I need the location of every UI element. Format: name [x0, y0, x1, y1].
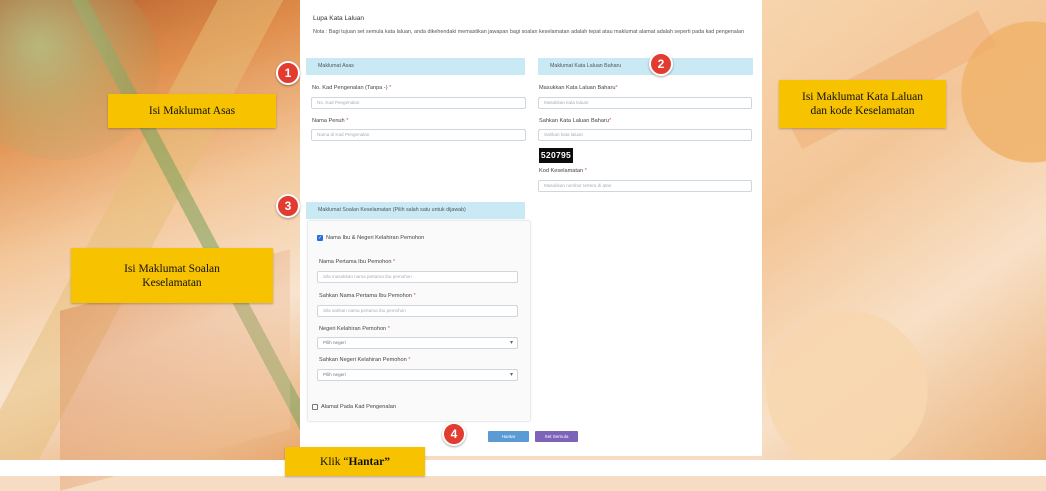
state-select[interactable]: Pilih negeri [317, 337, 518, 349]
name-label: Nama Penuh * [312, 118, 348, 124]
state-label-text: Negeri Kelahiran Pemohon [319, 326, 387, 332]
name-input[interactable]: Nama di Kad Pengenalan [311, 129, 526, 141]
mother-name-input[interactable]: Sila masukkan nama pertama Ibu pemohon [317, 271, 518, 283]
security-question-box [308, 221, 530, 421]
callout-kata-laluan-line1: Isi Maklumat Kata Laluan [801, 91, 924, 103]
confirm-password-input[interactable]: Sahkan kata laluan [538, 129, 752, 141]
confirm-state-label-text: Sahkan Negeri Kelahiran Pemohon [319, 357, 407, 363]
callout-hantar-prefix: Klik “ [320, 455, 349, 468]
confirm-mother-label-text: Sahkan Nama Pertama Ibu Pemohon [319, 293, 412, 299]
required-mark: * [413, 293, 416, 299]
required-mark: * [346, 118, 349, 124]
forgot-password-form: Lupa Kata Laluan Nota : Bagi tujuan set … [300, 0, 762, 456]
callout-soalan: Isi Maklumat Soalan Keselamatan [71, 248, 273, 303]
option-ibu-negeri[interactable]: ✓ Nama Ibu & Negeri Kelahiran Pemohon [317, 235, 424, 241]
confirm-state-select[interactable]: Pilih negeri [317, 369, 518, 381]
security-code-input[interactable]: Masukkan nombor tertera di atas [538, 180, 752, 192]
captcha-image: 520795 [539, 148, 573, 163]
required-mark: * [389, 85, 392, 91]
name-label-text: Nama Penuh [312, 118, 345, 124]
step-marker-2: 2 [649, 52, 673, 76]
required-mark: * [584, 168, 587, 174]
confirm-state-select-value: Pilih negeri [323, 372, 346, 377]
required-mark: * [608, 118, 612, 124]
new-password-label-text: Masukkan Kata Laluan Baharu [539, 85, 616, 91]
callout-asas-text: Isi Maklumat Asas [148, 105, 236, 117]
new-password-input[interactable]: Masukkan kata laluan [538, 97, 752, 109]
callout-kata-laluan-line2: dan kode Keselamatan [810, 105, 915, 117]
required-mark: * [387, 326, 390, 332]
callout-hantar-bold: Hantar” [348, 455, 390, 468]
callout-kata-laluan: Isi Maklumat Kata Laluan dan kode Kesela… [779, 80, 946, 128]
step-marker-4: 4 [442, 422, 466, 446]
section-header-soalan: Maklumat Soalan Keselamatan (Pilih salah… [306, 202, 525, 219]
page-note: Nota : Bagi tujuan set semula kata lalua… [313, 29, 744, 35]
checkbox-alamat[interactable] [312, 404, 318, 410]
ic-label-text: No. Kad Pengenalan (Tanpa -) [312, 85, 388, 91]
hantar-button[interactable]: Hantar [488, 431, 529, 442]
confirm-password-label: Sahkan Kata Laluan Baharu* [539, 118, 611, 124]
option-ibu-negeri-label: Nama Ibu & Negeri Kelahiran Pemohon [326, 235, 425, 241]
callout-hantar-text: Klik “Hantar” [320, 455, 390, 469]
option-alamat[interactable]: Alamat Pada Kad Pengenalan [312, 404, 396, 410]
confirm-state-label: Sahkan Negeri Kelahiran Pemohon * [319, 357, 410, 363]
confirm-password-label-text: Sahkan Kata Laluan Baharu [539, 118, 609, 124]
required-mark: * [408, 357, 411, 363]
security-code-label-text: Kod Keselamatan [539, 168, 584, 174]
state-label: Negeri Kelahiran Pemohon * [319, 326, 390, 332]
confirm-mother-input[interactable]: Sila sahkan nama pertama Ibu pemohon [317, 305, 518, 317]
step-marker-1: 1 [276, 61, 300, 85]
option-alamat-label: Alamat Pada Kad Pengenalan [321, 404, 396, 410]
step-marker-3: 3 [276, 194, 300, 218]
section-header-asas: Maklumat Asas [306, 58, 525, 75]
state-select-value: Pilih negeri [323, 340, 346, 345]
mother-name-label-text: Nama Pertama Ibu Pemohon [319, 259, 392, 265]
callout-hantar: Klik “Hantar” [285, 447, 425, 476]
set-semula-button[interactable]: Set Semula [535, 431, 578, 442]
callout-soalan-line1: Isi Maklumat Soalan [124, 262, 220, 275]
callout-soalan-line2: Keselamatan [142, 276, 202, 289]
callout-asas: Isi Maklumat Asas [108, 94, 276, 128]
page-title: Lupa Kata Laluan [313, 15, 364, 22]
required-mark: * [393, 259, 396, 265]
mother-name-label: Nama Pertama Ibu Pemohon * [319, 259, 395, 265]
required-mark: * [615, 85, 618, 91]
confirm-mother-label: Sahkan Nama Pertama Ibu Pemohon * [319, 293, 416, 299]
checkbox-ibu-negeri[interactable]: ✓ [317, 235, 323, 241]
ic-input[interactable]: No. Kad Pengenalan [311, 97, 526, 109]
new-password-label: Masukkan Kata Laluan Baharu* [539, 85, 618, 91]
security-code-label: Kod Keselamatan * [539, 168, 587, 174]
ic-label: No. Kad Pengenalan (Tanpa -) * [312, 85, 391, 91]
bottom-strip [0, 460, 1046, 476]
section-header-kata-laluan: Maklumat Kata Laluan Baharu [538, 58, 753, 75]
